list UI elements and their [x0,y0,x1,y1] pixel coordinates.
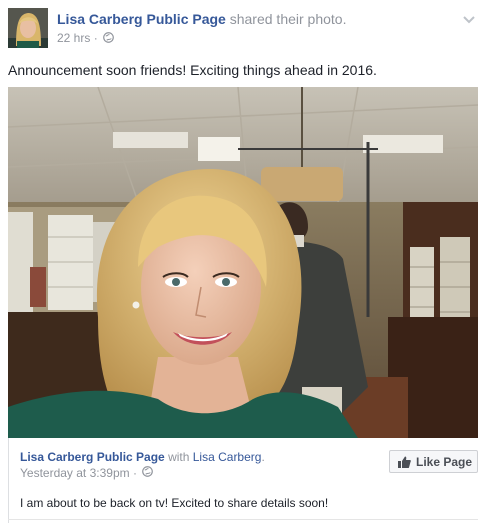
shared-attachment: Lisa Carberg Public Page with Lisa Carbe… [8,438,478,523]
shared-with-text: with [168,450,190,464]
globe-icon[interactable] [103,31,114,47]
post-action-text: shared their photo. [229,11,347,27]
meta-separator: · [93,31,98,45]
page-name-link[interactable]: Lisa Carberg Public Page [57,11,226,27]
post-timestamp[interactable]: 22 hrs [57,31,90,45]
shared-caption: I am about to be back on tv! Excited to … [20,496,329,510]
post-header: Lisa Carberg Public Page shared their ph… [8,8,478,48]
tagged-person-link[interactable]: Lisa Carberg [193,450,262,464]
shared-page-name-link[interactable]: Lisa Carberg Public Page [20,450,165,464]
like-page-button[interactable]: Like Page [389,450,478,473]
post-status-text: Announcement soon friends! Exciting thin… [8,62,377,78]
shared-meta-separator: · [132,466,137,480]
like-page-label: Like Page [416,455,473,469]
globe-icon[interactable] [142,466,154,481]
divider [8,519,478,520]
chevron-down-icon[interactable] [462,12,476,30]
thumbs-up-icon [398,456,411,471]
post-photo[interactable] [8,87,478,438]
avatar[interactable] [8,8,48,48]
shared-timestamp[interactable]: Yesterday at 3:39pm [20,466,130,480]
post-meta: Lisa Carberg Public Page shared their ph… [57,10,458,47]
tagged-suffix: . [261,450,265,464]
